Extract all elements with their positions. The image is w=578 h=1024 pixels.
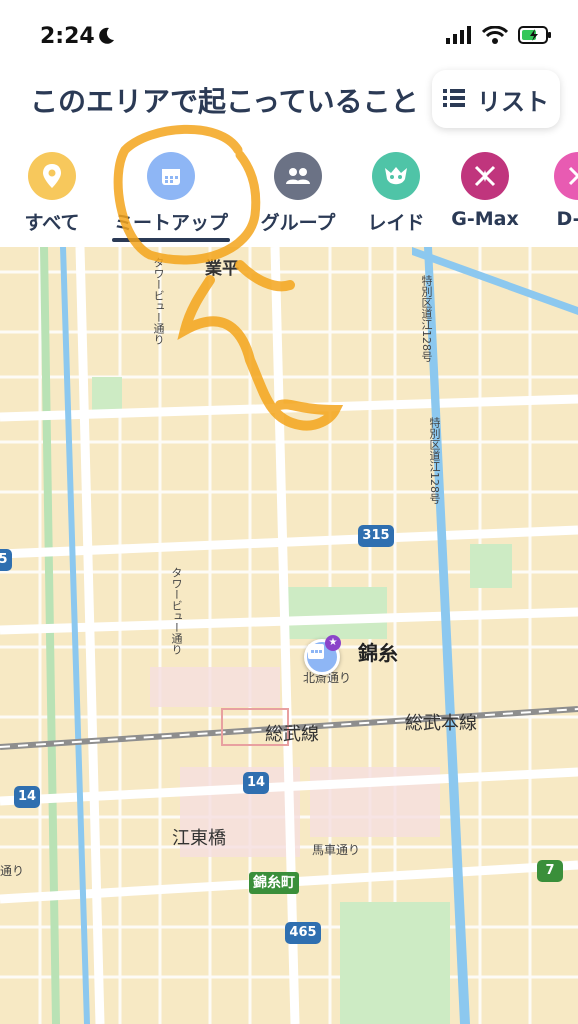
tab-dmax[interactable]: D-M	[518, 148, 578, 246]
raid-boss-icon	[372, 152, 420, 200]
tab-meetup[interactable]: ミートアップ	[111, 148, 231, 246]
moon-icon	[96, 26, 116, 50]
signal-icon	[446, 26, 472, 48]
battery-icon	[518, 26, 552, 48]
route-shield-5: 5	[0, 549, 12, 571]
category-tabs: すべて ミートアップ グループ レイド G-Max D-M	[0, 148, 578, 246]
map-label-tokubetsu-kudou-2: 特別区道江128号	[428, 417, 441, 504]
route-shield-465: 465	[285, 922, 321, 944]
route-shield-14-center: 14	[243, 772, 269, 794]
map-view[interactable]: 業平 錦糸 総武線 総武本線 江東橋 北斎通り 馬車通り タワービュー通り タワ…	[0, 247, 578, 1024]
list-icon	[443, 85, 465, 113]
map-label-sobu-line: 総武線	[265, 724, 319, 745]
map-label-dori-left: 通り	[0, 864, 25, 878]
route-shield-14-left: 14	[14, 786, 40, 808]
map-label-baba-dori: 馬車通り	[312, 843, 361, 857]
star-badge-icon: ★	[325, 635, 341, 651]
list-button[interactable]: リスト	[432, 70, 560, 128]
route-shield-315: 315	[358, 525, 394, 547]
map-label-tower-view-dori-top: タワービュー通り	[152, 257, 165, 345]
map-label-tokubetsu-kudou-1: 特別区道江128号	[420, 275, 433, 362]
list-button-label: リスト	[477, 87, 549, 116]
wifi-icon	[481, 25, 509, 48]
route-shield-7: 7	[537, 860, 563, 882]
tab-label: すべて	[24, 212, 80, 234]
status-time: 2:24	[40, 24, 95, 49]
calendar-icon	[308, 644, 324, 659]
status-bar: 2:24	[0, 0, 578, 70]
calendar-icon	[147, 152, 195, 200]
tab-label: D-M	[556, 208, 578, 230]
map-label-sobu-main-line: 総武本線	[405, 713, 477, 734]
station-label-kinshicho: 錦糸町	[249, 872, 299, 894]
map-label-tower-view-dori: タワービュー通り	[170, 567, 183, 655]
page-title: このエリアで起こっていること	[30, 85, 419, 118]
tab-label: ミートアップ	[113, 212, 228, 234]
map-label-koutoubashi: 江東橋	[172, 828, 226, 849]
gmax-icon	[461, 152, 509, 200]
status-icons	[446, 25, 552, 48]
dmax-icon	[554, 152, 578, 200]
pin-icon	[28, 152, 76, 200]
tab-all[interactable]: すべて	[0, 148, 112, 246]
people-icon	[274, 152, 322, 200]
active-tab-indicator	[112, 238, 230, 242]
map-label-kinshi: 錦糸	[358, 641, 398, 665]
map-label-gyohira: 業平	[205, 259, 239, 279]
map-canvas	[0, 247, 578, 1024]
